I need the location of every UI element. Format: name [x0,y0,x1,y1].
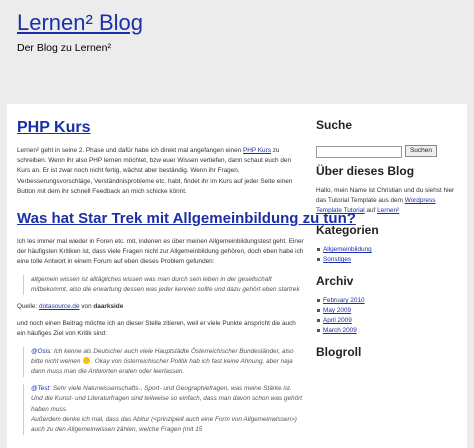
search-form: Suchen [316,145,461,160]
post-body: Lernen² geht in seine 2. Phase und dafür… [17,147,293,195]
search-input[interactable] [316,146,402,158]
list-item: May 2009 [316,306,461,316]
sidebar-title-about: Über dieses Blog [316,164,415,178]
blog-page: Lernen² Blog Der Blog zu Lernen² PHP Kur… [0,0,474,448]
archive-link[interactable]: April 2009 [323,317,352,324]
site-title-link[interactable]: Lernen² Blog [17,10,143,36]
category-link-allgemeinbildung[interactable]: Allgemeinbildung [323,246,372,253]
smiley-icon [83,356,91,364]
blockquote: @Test: Sehr viele Naturwissenschafts-, S… [23,384,304,436]
list-item: March 2009 [316,326,461,336]
content-area: PHP Kurs Lernen² geht in seine 2. Phase … [7,104,467,448]
post-intro: Ich les immer mal wieder in Foren etc. m… [17,238,304,266]
about-text: Hallo, mein Name ist Christian und du si… [316,187,455,214]
sidebar-title-search: Suche [316,118,353,132]
site-header: Lernen² Blog Der Blog zu Lernen² [0,0,474,104]
sidebar-title-archive: Archiv [316,274,354,288]
archive-link[interactable]: March 2009 [323,327,357,334]
archive-link[interactable]: February 2010 [323,297,365,304]
mention-link[interactable]: @Osis [31,348,50,355]
list-item: Sonstiges [316,255,461,265]
list-item: April 2009 [316,316,461,326]
sidebar-title-blogroll: Blogroll [316,345,362,359]
php-kurs-link[interactable]: PHP Kurs [243,147,271,154]
post-php-kurs: PHP Kurs Lernen² geht in seine 2. Phase … [17,118,304,197]
post-paragraph: und noch einen Beitrag möchte ich an die… [17,320,296,338]
list-item: February 2010 [316,296,461,306]
sidebar: Suche Suchen Über dieses Blog Hallo, mei… [316,118,461,359]
quote-source: Quelle: dotasource.de von daarkside [17,303,124,311]
category-list: Allgemeinbildung Sonstiges [316,245,461,265]
archive-link[interactable]: May 2009 [323,307,351,314]
mention-link[interactable]: @Test [31,385,49,392]
site-description: Der Blog zu Lernen² [17,42,111,54]
blockquote: allgemein wissen ist alltägliches wissen… [23,274,304,296]
sidebar-title-categories: Kategorien [316,223,379,237]
source-author: daarkside [93,303,124,311]
blockquote: @Osis: Ich kenne als Deutscher auch viel… [23,346,304,378]
search-button[interactable]: Suchen [405,145,437,157]
list-item: Allgemeinbildung [316,245,461,255]
lernen-link[interactable]: Lernen² [377,207,399,214]
archive-list: February 2010 May 2009 April 2009 March … [316,296,461,336]
post-title-star-trek[interactable]: Was hat Star Trek mit Allgemeinbildung z… [17,209,356,228]
main-column: PHP Kurs Lernen² geht in seine 2. Phase … [17,118,356,436]
category-link-sonstiges[interactable]: Sonstiges [323,256,351,263]
post-star-trek: Was hat Star Trek mit Allgemeinbildung z… [17,209,356,436]
post-title-php-kurs[interactable]: PHP Kurs [17,118,304,137]
source-link[interactable]: dotasource.de [39,303,80,310]
